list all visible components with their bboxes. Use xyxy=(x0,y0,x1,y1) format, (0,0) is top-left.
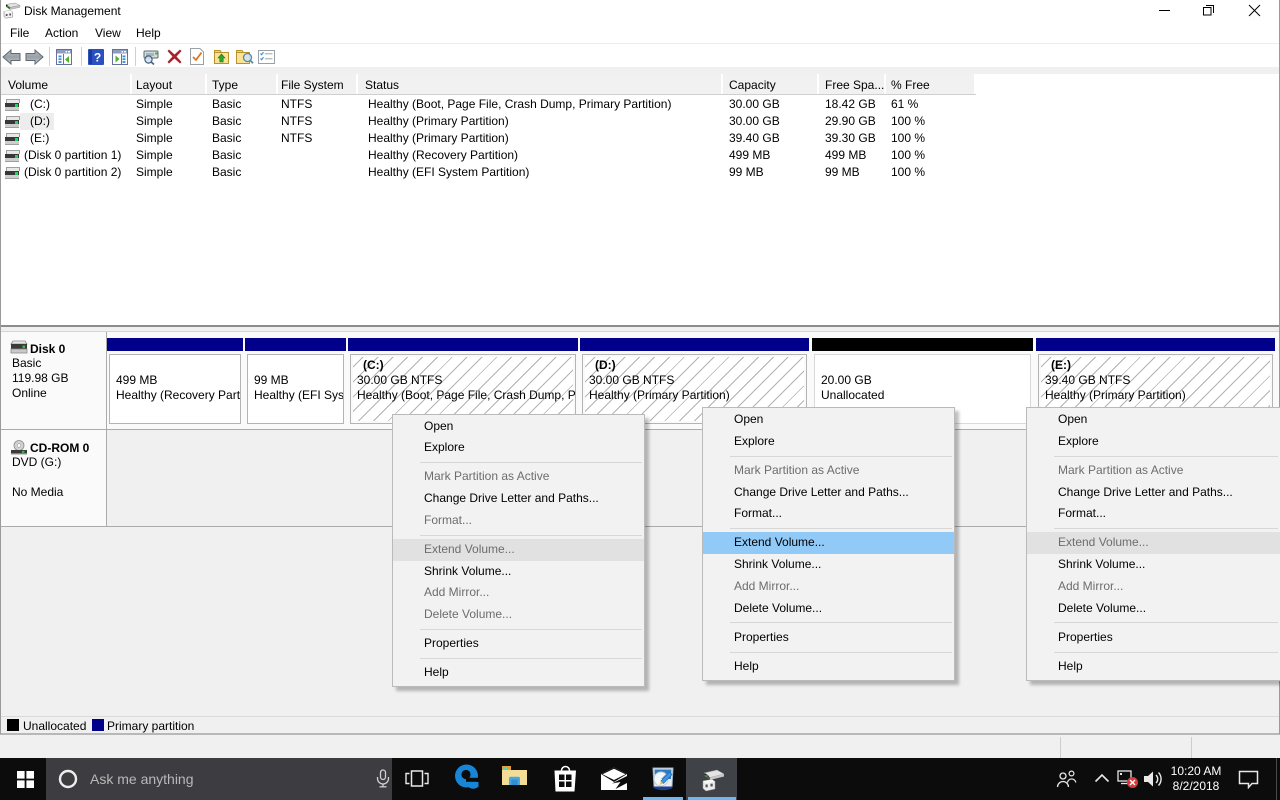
svg-text:?: ? xyxy=(94,51,101,65)
